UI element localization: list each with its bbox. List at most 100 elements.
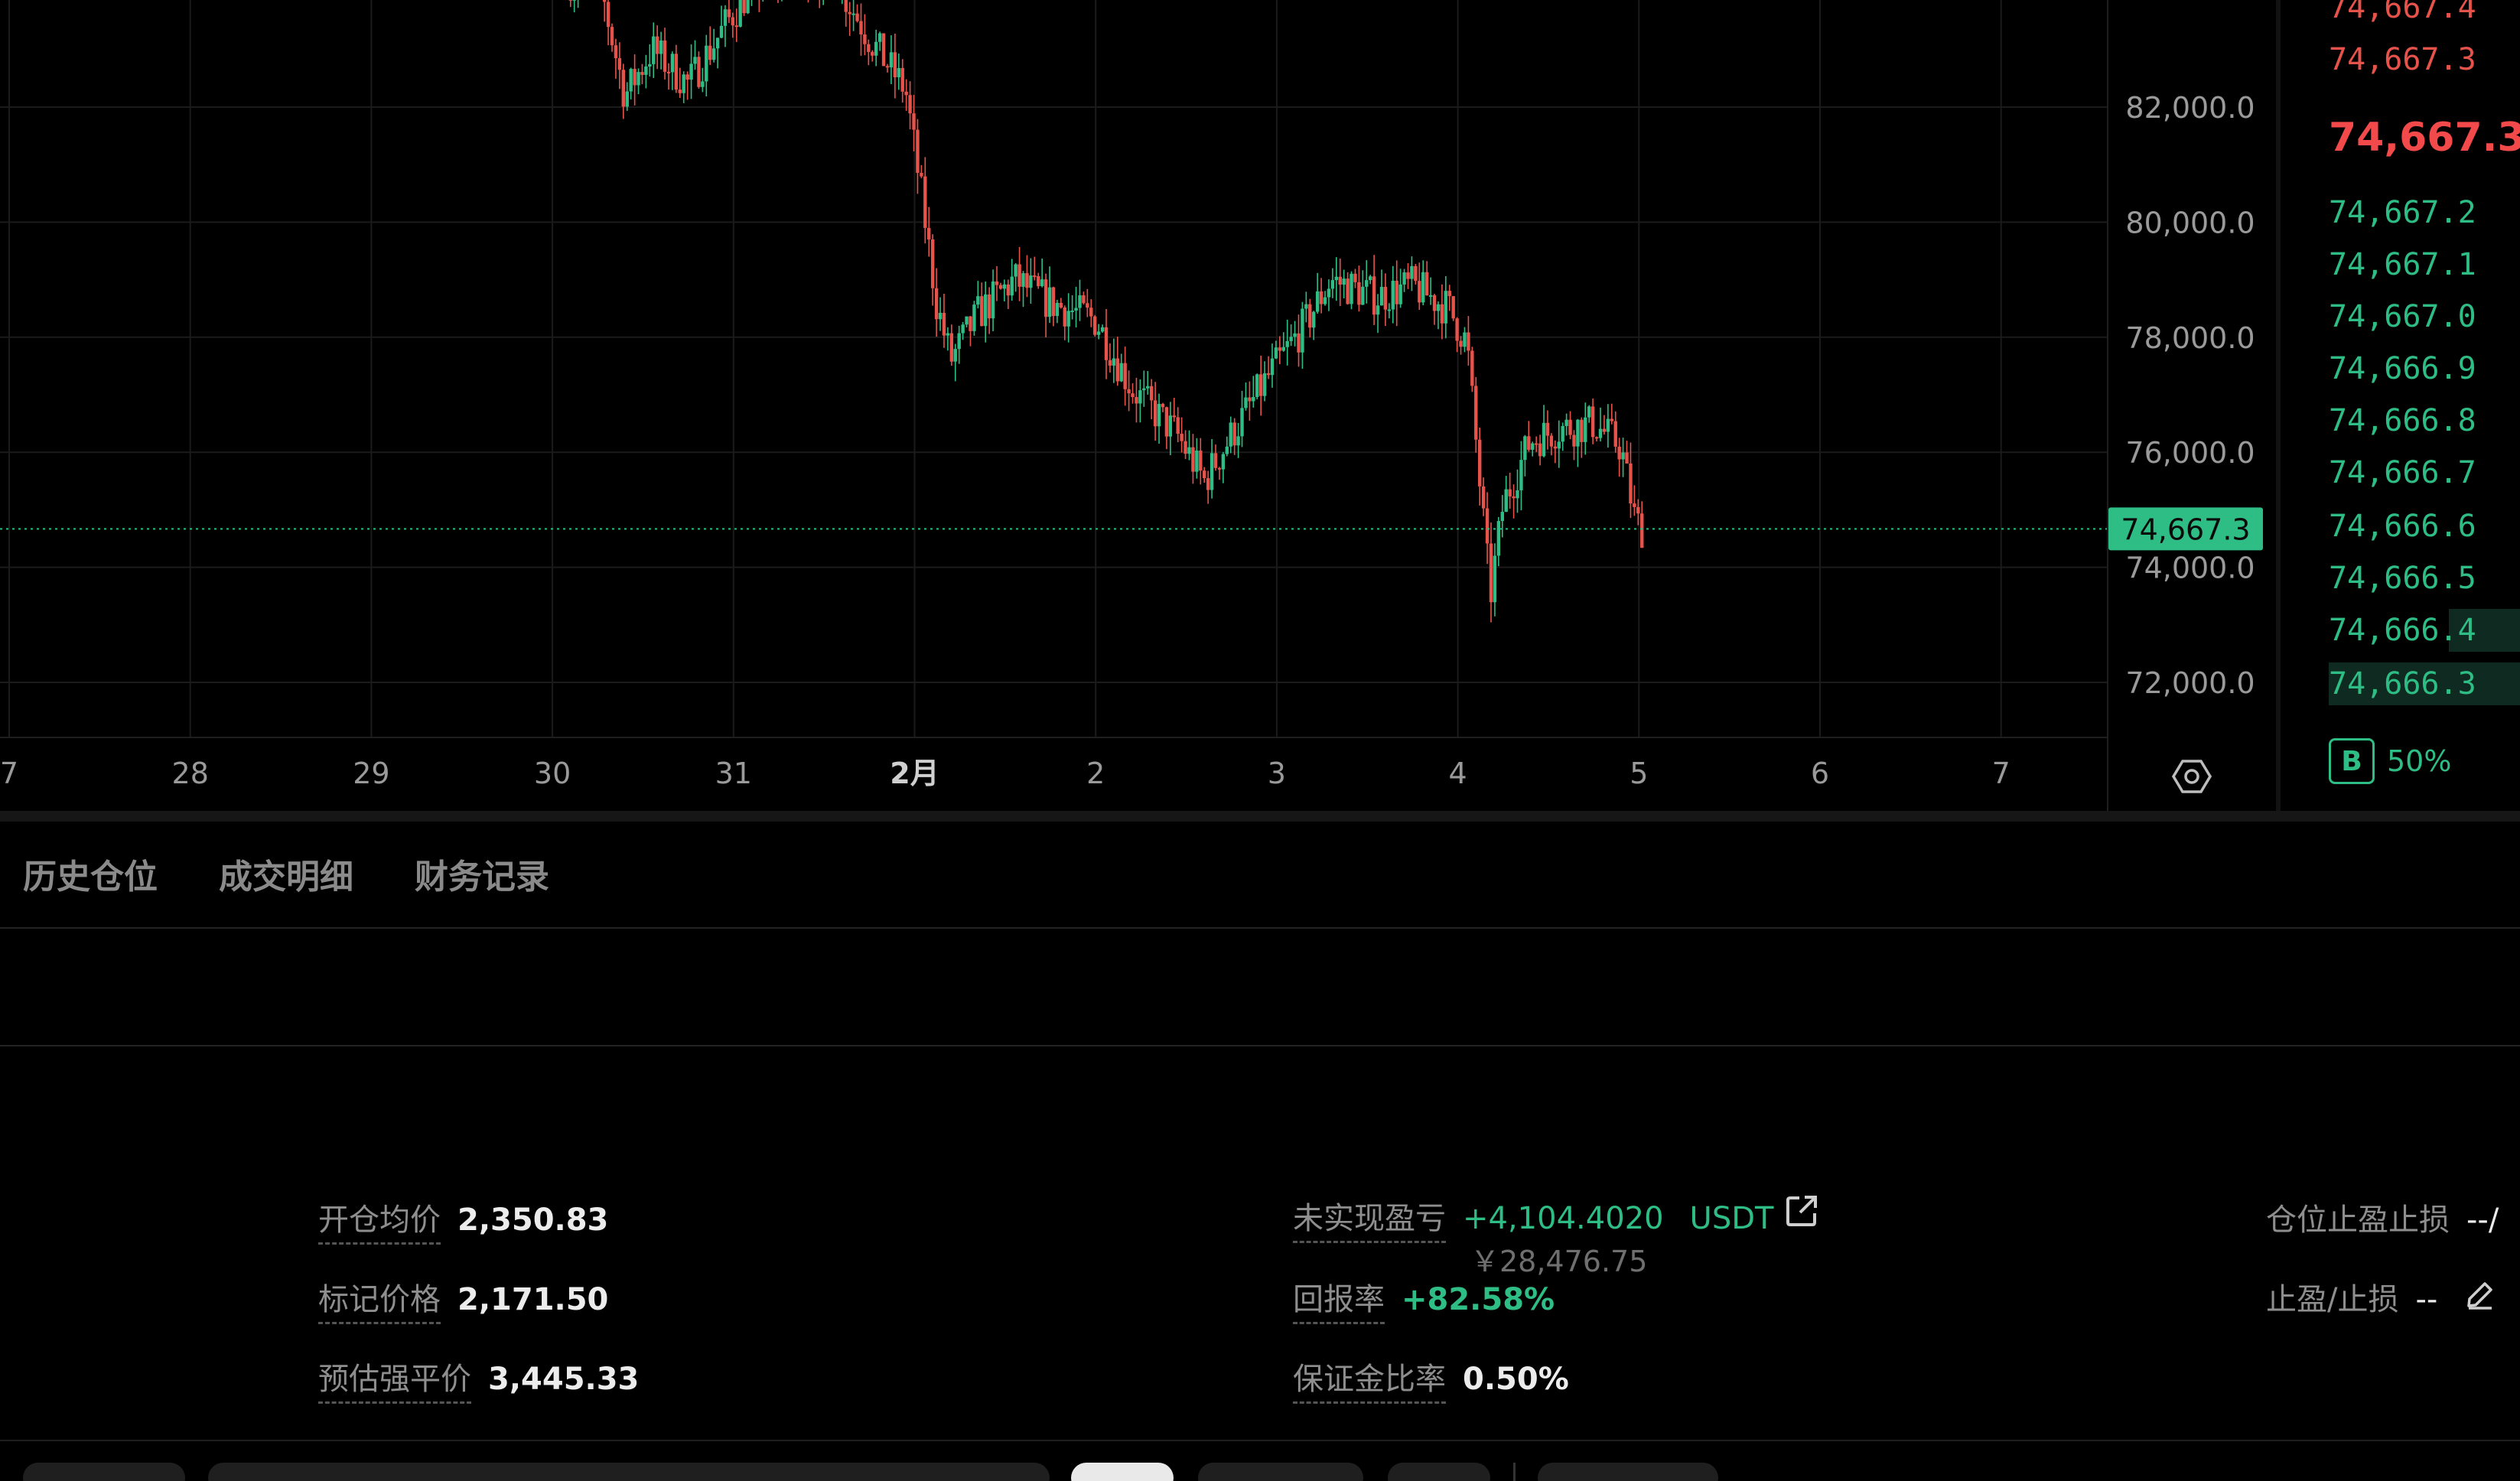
candle-body xyxy=(625,91,629,107)
candle-body xyxy=(848,11,851,15)
ask-row[interactable]: 74,667.3 xyxy=(2281,38,2520,81)
candle-body xyxy=(1512,496,1516,499)
action-button-active[interactable] xyxy=(1071,1463,1174,1481)
bid-row[interactable]: 74,666.4 xyxy=(2281,609,2520,652)
bid-price: 74,666.7 xyxy=(2329,455,2476,490)
candle-body xyxy=(1636,506,1640,514)
candle-body xyxy=(1436,304,1441,311)
candle-body xyxy=(1485,508,1490,544)
candle-body xyxy=(1187,447,1191,454)
candle-body xyxy=(1602,428,1607,432)
candle-body xyxy=(863,34,867,44)
candle-body xyxy=(1142,388,1146,391)
action-button[interactable] xyxy=(1388,1463,1490,1481)
kline-chart[interactable]: 74,667.3 82,000.0 80,000.0 78,000.0 76,000.… xyxy=(0,0,2276,811)
candle-body xyxy=(1180,434,1183,441)
buy-sell-ratio: B 50% xyxy=(2329,738,2451,784)
candle-body xyxy=(1598,428,1603,438)
price-tick-label: 80,000.0 xyxy=(2125,206,2255,239)
bid-row[interactable]: 74,667.0 xyxy=(2281,295,2520,338)
candle-body xyxy=(689,63,693,80)
share-pnl-button[interactable] xyxy=(1784,1193,1819,1229)
chart-settings-button[interactable] xyxy=(2169,754,2215,799)
date-tick-label: 7 xyxy=(0,757,18,790)
candle-body xyxy=(1149,386,1154,401)
candle-body xyxy=(606,2,610,28)
candle-body xyxy=(1262,373,1267,396)
candle-body xyxy=(697,57,701,87)
candle-body xyxy=(949,333,954,362)
bid-price: 74,666.9 xyxy=(2329,351,2476,386)
candle-body xyxy=(871,51,874,56)
candle-body xyxy=(1379,287,1384,306)
tab-trade-details[interactable]: 成交明细 xyxy=(219,849,353,898)
action-button[interactable] xyxy=(23,1463,185,1481)
tab-position-history[interactable]: 历史仓位 xyxy=(23,849,158,898)
action-button[interactable] xyxy=(1198,1463,1363,1481)
liquidation-price-label[interactable]: 预估强平价 xyxy=(318,1354,471,1404)
candle-body xyxy=(1074,308,1078,311)
avg-open-price-label[interactable]: 开仓均价 xyxy=(318,1195,441,1245)
candle-body xyxy=(1474,386,1478,440)
candle-body xyxy=(1584,417,1587,442)
bid-row[interactable]: 74,666.5 xyxy=(2281,557,2520,600)
unrealized-pnl-label[interactable]: 未实现盈亏 xyxy=(1293,1193,1446,1243)
candle-body xyxy=(855,13,859,21)
candle-body xyxy=(1590,406,1595,438)
candle-body xyxy=(1221,454,1226,470)
mark-price: 标记价格 2,171.50 xyxy=(318,1274,608,1324)
mark-price-label[interactable]: 标记价格 xyxy=(318,1274,441,1324)
candle-body xyxy=(1545,422,1550,436)
bid-row[interactable]: 74,666.9 xyxy=(2281,347,2520,390)
action-button[interactable] xyxy=(208,1463,1050,1481)
margin-ratio-value: 0.50% xyxy=(1463,1362,1569,1397)
position-tpsl-value[interactable]: --/ xyxy=(2466,1203,2499,1238)
date-tick-label: 7 xyxy=(1992,757,2010,790)
candle-body xyxy=(644,66,648,75)
candle-body xyxy=(851,13,855,15)
candle-body xyxy=(1470,350,1474,386)
candle-body xyxy=(1040,279,1044,287)
candle-body xyxy=(701,81,705,87)
ask-row[interactable]: 74,667.4 xyxy=(2281,0,2520,29)
candle-body xyxy=(1357,282,1361,305)
candle-body xyxy=(1225,446,1229,454)
bid-row[interactable]: 74,666.8 xyxy=(2281,399,2520,442)
return-rate-label[interactable]: 回报率 xyxy=(1293,1274,1385,1324)
kline-svg[interactable]: 74,667.3 82,000.0 80,000.0 78,000.0 76,000.… xyxy=(0,0,2276,811)
orderbook-last-price: 74,667.3 xyxy=(2329,115,2520,161)
candle-body xyxy=(1006,284,1010,296)
candle-body xyxy=(1033,275,1037,278)
candle-body xyxy=(930,239,935,288)
candle-body xyxy=(1346,278,1350,304)
candle-body xyxy=(1459,340,1463,347)
candle-body xyxy=(1127,389,1131,394)
candle-body xyxy=(1561,425,1564,442)
candle-body xyxy=(1327,288,1331,298)
candle-body xyxy=(655,36,659,54)
candle-body xyxy=(1014,264,1017,277)
candle-body xyxy=(1278,347,1282,351)
return-rate: 回报率 +82.58% xyxy=(1293,1274,1555,1324)
edit-tpsl-button[interactable] xyxy=(2465,1279,2496,1310)
candle-body xyxy=(1428,295,1433,297)
candle-body xyxy=(1594,437,1599,439)
candle-body xyxy=(946,333,950,336)
tab-financial-records[interactable]: 财务记录 xyxy=(415,849,549,898)
orderbook: 74,667.4 74,667.3 74,667.3 74,667.2 74,6… xyxy=(2281,0,2520,811)
bid-row[interactable]: 74,667.1 xyxy=(2281,243,2520,286)
candle-body xyxy=(1119,363,1123,382)
bid-row[interactable]: 74,666.6 xyxy=(2281,505,2520,548)
candle-body xyxy=(1086,303,1089,308)
panel-divider xyxy=(0,811,2520,822)
bid-row[interactable]: 74,666.3 xyxy=(2281,662,2520,705)
action-button[interactable] xyxy=(1538,1463,1718,1481)
bid-row[interactable]: 74,667.2 xyxy=(2281,191,2520,234)
candle-body xyxy=(1236,436,1240,446)
margin-ratio-label[interactable]: 保证金比率 xyxy=(1293,1354,1446,1404)
tabs-divider xyxy=(0,927,2520,929)
candle-body xyxy=(844,0,848,12)
candle-body xyxy=(1206,478,1210,490)
bid-row[interactable]: 74,666.7 xyxy=(2281,451,2520,494)
candle-body xyxy=(1519,460,1523,490)
